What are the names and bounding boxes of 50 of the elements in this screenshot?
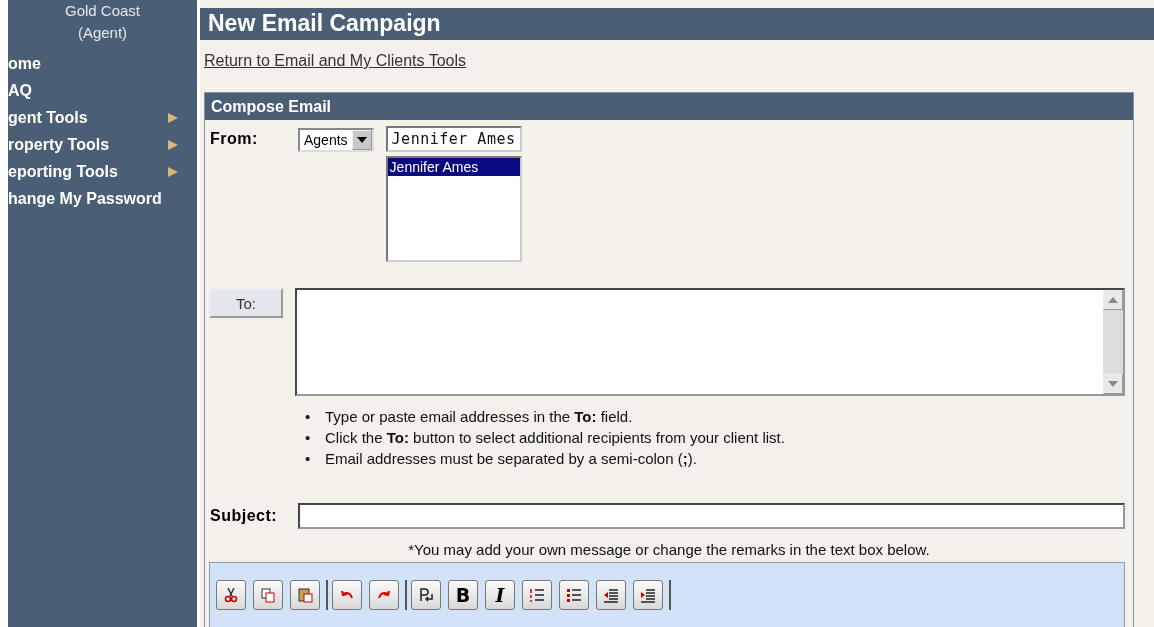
to-button[interactable]: To: — [209, 288, 283, 318]
menu-item[interactable]: roperty Tools — [8, 131, 197, 158]
subject-label: Subject: — [210, 507, 279, 525]
hint-text: Type or paste email addresses in the To: field. — [325, 407, 633, 427]
toolbar-button[interactable] — [633, 580, 663, 610]
clipboard-icon — [296, 586, 314, 604]
bold-button[interactable]: B — [448, 580, 478, 610]
scissors-icon — [222, 586, 240, 604]
subject-field[interactable] — [298, 503, 1125, 529]
scroll-down-icon — [1108, 381, 1118, 387]
toolbar-button[interactable] — [596, 580, 626, 610]
scrollbar[interactable] — [1103, 290, 1123, 394]
italic-button[interactable]: I — [485, 580, 515, 610]
numbered-list-icon — [528, 586, 546, 604]
page-title: New Email Campaign — [200, 8, 1154, 40]
sender-option[interactable]: Jennifer Ames — [387, 158, 520, 176]
recipients-field[interactable] — [295, 288, 1125, 396]
from-label: From: — [210, 130, 259, 149]
toolbar-button[interactable] — [332, 580, 362, 610]
bullet: • — [305, 449, 312, 469]
sender-type-dropdown[interactable]: Agents — [298, 128, 374, 152]
hint-text: Click the To: button to select additional recipients from your client list. — [325, 428, 785, 448]
editor-note: *You may add your own message or change the remarks in the text box below. — [407, 541, 931, 558]
menu-item[interactable]: hange My Password — [8, 185, 197, 212]
toolbar-button[interactable] — [411, 580, 441, 610]
menu-item[interactable]: gent Tools — [8, 104, 197, 131]
toolbar-button[interactable] — [522, 580, 552, 610]
paragraph-break-icon — [417, 586, 435, 604]
menu-item[interactable]: ome — [8, 50, 197, 77]
bullet: • — [305, 407, 312, 427]
toolbar-button[interactable] — [369, 580, 399, 610]
outdent-icon — [602, 586, 620, 604]
user-role: (Agent) — [76, 23, 129, 43]
menu-item[interactable]: eporting Tools — [8, 158, 197, 185]
panel-title: Compose Email — [205, 93, 1133, 120]
toolbar-button[interactable] — [216, 580, 246, 610]
office-name: Gold Coast — [63, 1, 141, 21]
scroll-up-icon — [1108, 297, 1118, 303]
return-link[interactable]: Return to Email and My Clients Tools — [204, 52, 467, 70]
toolbar-button[interactable] — [290, 580, 320, 610]
hint-text: Email addresses must be separated by a semi-colon (;). — [325, 449, 697, 469]
sender-list[interactable]: Jennifer Ames — [385, 156, 522, 262]
toolbar-button[interactable] — [559, 580, 589, 610]
copy-icon — [259, 586, 277, 604]
indent-icon — [639, 586, 657, 604]
sender-search-field[interactable]: Jennifer Ames — [385, 126, 522, 152]
menu-item[interactable]: AQ — [8, 77, 197, 104]
bullet: • — [305, 428, 312, 448]
bulleted-list-icon — [565, 586, 583, 604]
dropdown-arrow-icon — [356, 137, 367, 143]
